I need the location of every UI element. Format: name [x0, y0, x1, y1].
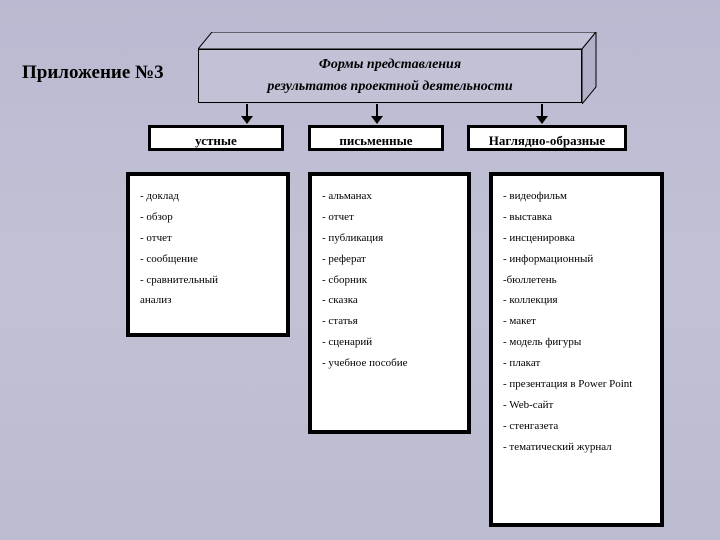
list-written: - альманах- отчет- публикация- реферат- … [308, 172, 471, 434]
list-item: - презентация в Power Point [503, 374, 650, 395]
list-visual: - видеофильм- выставка- инсценировка- ин… [489, 172, 664, 527]
list-item: - коллекция [503, 290, 650, 311]
top-box-face: Формы представления результатов проектно… [198, 49, 582, 103]
list-item: - сказка [322, 290, 457, 311]
category-written: письменные [308, 125, 444, 151]
list-item: - альманах [322, 186, 457, 207]
top-box-3d-top [198, 32, 596, 49]
list-item: - сценарий [322, 332, 457, 353]
top-box: Формы представления результатов проектно… [198, 32, 596, 104]
list-item: - Web-сайт [503, 395, 650, 416]
list-item: - видеофильм [503, 186, 650, 207]
list-item: - отчет [140, 228, 276, 249]
list-item: - инсценировка [503, 228, 650, 249]
list-item: - обзор [140, 207, 276, 228]
list-item: - сборник [322, 270, 457, 291]
category-visual: Наглядно-образные [467, 125, 627, 151]
list-item: анализ [140, 290, 276, 311]
list-item: - макет [503, 311, 650, 332]
list-item: - плакат [503, 353, 650, 374]
list-item: - выставка [503, 207, 650, 228]
category-oral: устные [148, 125, 284, 151]
list-item: - реферат [322, 249, 457, 270]
page-title: Приложение №3 [22, 62, 164, 84]
list-item: - модель фигуры [503, 332, 650, 353]
list-item: - статья [322, 311, 457, 332]
list-item: - тематический журнал [503, 437, 650, 458]
list-oral: - доклад- обзор- отчет- сообщение- сравн… [126, 172, 290, 337]
arrow-down-icon [240, 104, 254, 124]
list-item: - отчет [322, 207, 457, 228]
list-item: - доклад [140, 186, 276, 207]
list-item: - стенгазета [503, 416, 650, 437]
list-item: - публикация [322, 228, 457, 249]
list-item: -бюллетень [503, 270, 650, 291]
top-box-line2: результатов проектной деятельности [199, 76, 581, 98]
top-box-3d-side [582, 32, 596, 104]
arrow-down-icon [370, 104, 384, 124]
list-item: - учебное пособие [322, 353, 457, 374]
list-item: - информационный [503, 249, 650, 270]
arrow-down-icon [535, 104, 549, 124]
list-item: - сравнительный [140, 270, 276, 291]
list-item: - сообщение [140, 249, 276, 270]
top-box-line1: Формы представления [199, 54, 581, 76]
